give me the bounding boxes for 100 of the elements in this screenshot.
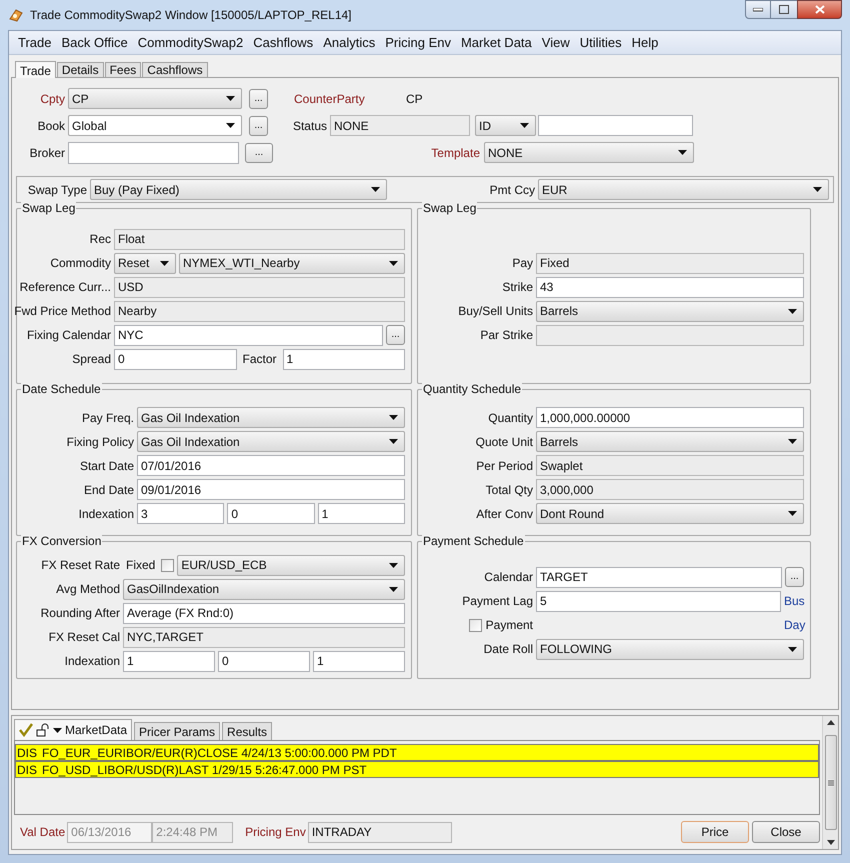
scroll-down-icon[interactable] xyxy=(826,840,834,845)
lock-icon xyxy=(36,723,50,737)
close-icon xyxy=(814,5,824,14)
checkbox[interactable] xyxy=(468,618,482,632)
caret-icon xyxy=(678,150,687,155)
field-label: Reference Curr... xyxy=(20,279,111,296)
maximize-icon xyxy=(779,5,789,14)
caret-icon xyxy=(788,439,797,444)
read-only-field: 3,000,000 xyxy=(536,479,804,500)
field-label: Quote Unit xyxy=(476,434,533,450)
close-button[interactable] xyxy=(797,0,842,19)
caret-icon xyxy=(788,646,797,652)
menu-item[interactable]: Cashflows xyxy=(248,32,318,52)
menu-item[interactable]: Help xyxy=(626,32,664,52)
menu-item[interactable]: View xyxy=(536,32,575,52)
list-cell-text: DIS xyxy=(16,762,38,778)
read-only-field: Nearby xyxy=(114,300,405,322)
dropdown[interactable]: ID xyxy=(475,115,536,136)
dropdown[interactable]: Gas Oil Indexation xyxy=(137,407,405,428)
read-only-field: Swaplet xyxy=(536,455,804,476)
text-field[interactable]: Average (FX Rnd:0) xyxy=(123,602,405,624)
dropdown[interactable]: EUR/USD_ECB xyxy=(177,554,405,576)
field-label: Par Strike xyxy=(480,327,533,344)
scrollbar[interactable] xyxy=(822,716,838,849)
menu-item[interactable]: Trade xyxy=(13,32,56,52)
read-only-field: Fixed xyxy=(536,252,804,274)
text-field[interactable]: 1 xyxy=(282,348,406,370)
dropdown[interactable]: Global xyxy=(68,115,242,136)
field-label: Spread xyxy=(72,351,111,368)
text-field[interactable]: 07/01/2016 xyxy=(137,455,405,476)
field-label: Cpty xyxy=(40,90,65,108)
text-field[interactable]: 1 xyxy=(123,650,215,672)
menu-item[interactable]: Utilities xyxy=(574,32,627,52)
browse-button[interactable]: ... xyxy=(249,116,268,136)
dropdown[interactable]: Gas Oil Indexation xyxy=(137,431,405,452)
group-title: FX Conversion xyxy=(21,534,102,548)
caret-icon xyxy=(371,187,380,192)
field-label: Swap Type xyxy=(28,182,87,198)
action-button[interactable]: Close xyxy=(752,821,820,843)
text-field[interactable]: 0 xyxy=(114,348,236,370)
menu-item[interactable]: Market Data xyxy=(456,32,537,52)
dropdown[interactable]: Buy (Pay Fixed) xyxy=(90,179,387,200)
tab[interactable]: Trade xyxy=(15,61,56,78)
dropdown[interactable]: Dont Round xyxy=(536,503,804,524)
field-label: Rounding After xyxy=(40,605,120,622)
list-cell-text: FO_EUR_EURIBOR/EUR(R)CLOSE 4/24/13 5:00:00.000 PM PDT xyxy=(42,744,397,762)
dropdown[interactable]: NONE xyxy=(484,142,694,163)
dropdown[interactable]: Barrels xyxy=(536,300,804,322)
browse-button[interactable]: ... xyxy=(249,88,268,108)
field-label: Pay Freq. xyxy=(82,410,134,426)
minimize-button[interactable] xyxy=(745,0,771,19)
text-field[interactable]: 1 xyxy=(313,650,405,672)
text-field[interactable]: NYC xyxy=(114,324,383,346)
text-field[interactable]: 5 xyxy=(536,590,781,612)
action-button[interactable]: Price xyxy=(681,821,749,843)
text-field[interactable]: 0 xyxy=(218,650,310,672)
field-label: Quantity xyxy=(488,410,533,426)
tab[interactable]: Fees xyxy=(104,62,142,77)
menu-item[interactable]: CommoditySwap2 xyxy=(132,32,248,52)
menu-item[interactable]: Back Office xyxy=(56,32,133,52)
text-field[interactable]: 43 xyxy=(536,276,804,298)
list-cell-text: FO_USD_LIBOR/USD(R)LAST 1/29/15 5:26:47.000 PM PST xyxy=(42,762,367,778)
field-label: Calendar xyxy=(484,569,533,586)
tab[interactable]: Results xyxy=(222,722,272,740)
tab[interactable]: Cashflows xyxy=(142,62,208,77)
field-label: Fwd Price Method xyxy=(14,303,111,320)
broker-field[interactable] xyxy=(68,142,239,164)
maximize-button[interactable] xyxy=(771,0,797,19)
scroll-up-icon[interactable] xyxy=(826,720,834,725)
tab[interactable]: Details xyxy=(56,62,104,77)
checkbox[interactable] xyxy=(161,558,174,572)
menu-item[interactable]: Analytics xyxy=(318,32,380,52)
browse-button[interactable]: ... xyxy=(785,567,804,587)
dropdown[interactable]: Barrels xyxy=(536,431,804,452)
dropdown[interactable]: Reset xyxy=(114,252,176,274)
dropdown[interactable]: FOLLOWING xyxy=(536,638,804,660)
tab[interactable]: Pricer Params xyxy=(134,722,220,740)
id-field[interactable] xyxy=(538,115,693,136)
tab[interactable]: MarketData xyxy=(14,719,132,740)
browse-button[interactable]: ... xyxy=(245,142,273,162)
browse-button[interactable]: ... xyxy=(386,325,405,345)
dropdown[interactable]: NYMEX_WTI_Nearby xyxy=(179,252,405,274)
text-field[interactable]: 0 xyxy=(227,503,315,524)
text-field[interactable]: 1,000,000.00000 xyxy=(536,407,804,428)
field-label: Pricing Env xyxy=(245,824,306,841)
caret-icon xyxy=(389,415,398,420)
dropdown[interactable]: CP xyxy=(68,88,242,109)
field-label: FX Reset Cal xyxy=(48,629,120,646)
list-row[interactable]: DIS FO_USD_LIBOR/USD(R)LAST 1/29/15 5:26:47.000 PM PST xyxy=(15,761,819,778)
field-label: Commodity xyxy=(50,255,111,272)
window-title: Trade CommoditySwap2 Window [150005/LAPTOP_REL14] xyxy=(30,7,352,24)
text-field[interactable]: 3 xyxy=(137,503,224,524)
dropdown[interactable]: EUR xyxy=(538,179,829,200)
menu-item[interactable]: Pricing Env xyxy=(380,32,456,52)
list-row[interactable]: DIS FO_EUR_EURIBOR/EUR(R)CLOSE 4/24/13 5:00:00.000 PM PDT xyxy=(15,744,819,761)
text-field[interactable]: 1 xyxy=(318,503,405,524)
dropdown[interactable]: GasOilIndexation xyxy=(123,578,405,600)
text-field[interactable]: 09/01/2016 xyxy=(137,479,405,500)
field-label: Start Date xyxy=(80,458,134,474)
text-field[interactable]: TARGET xyxy=(536,566,782,588)
